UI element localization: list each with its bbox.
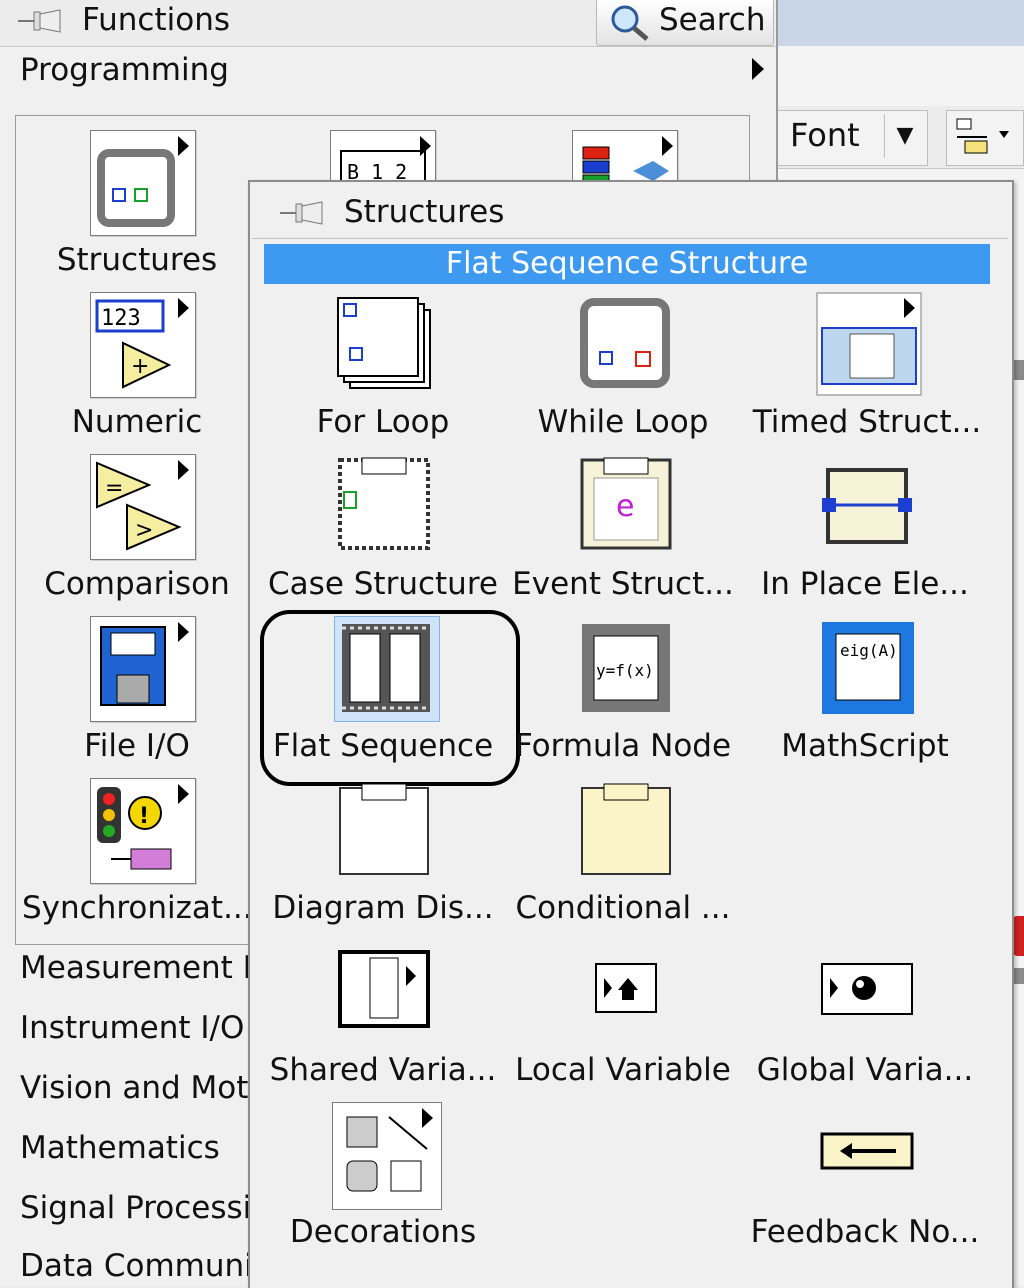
mathscript-icon[interactable]: eig(A) [820, 620, 916, 716]
submenu-arrow-icon [422, 1108, 433, 1128]
font-label: Font [790, 116, 860, 154]
svg-text:+: + [131, 354, 149, 379]
submenu-arrow-icon [178, 784, 189, 804]
submenu-arrow-icon [178, 460, 189, 480]
structure-item-label: For Loop [316, 404, 450, 440]
category-mathematics[interactable]: Mathematics [20, 1130, 220, 1166]
left-item-label: File I/O [84, 728, 190, 764]
conditional-disable-icon[interactable] [578, 782, 674, 878]
search-button[interactable]: Search [596, 0, 774, 46]
feedback-node-icon[interactable] [820, 1132, 914, 1170]
category-vision[interactable]: Vision and Mot [20, 1070, 248, 1106]
local-variable-icon[interactable] [594, 962, 658, 1014]
in-place-element-icon[interactable] [820, 462, 916, 558]
chevron-down-icon[interactable]: ▼ [884, 114, 925, 158]
svg-text:y=f(x): y=f(x) [596, 661, 654, 680]
svg-text:123: 123 [101, 306, 141, 331]
align-objects-icon [956, 118, 1009, 154]
category-measurement[interactable]: Measurement I [20, 950, 252, 986]
category-signal-processing[interactable]: Signal Processi [20, 1190, 251, 1226]
shared-variable-icon[interactable] [336, 946, 432, 1042]
structure-item-label: Feedback No... [750, 1214, 980, 1250]
svg-text:!: ! [139, 804, 149, 829]
structure-item-label: MathScript [781, 728, 949, 764]
left-item-label: Synchronizat... [22, 890, 253, 926]
submenu-arrow-icon [662, 136, 673, 156]
highlight-circle [260, 610, 520, 786]
structure-item-label: Decorations [289, 1214, 477, 1250]
submenu-arrow-icon [904, 298, 915, 318]
for-loop-icon[interactable] [336, 296, 432, 392]
submenu-arrow-icon [420, 136, 431, 156]
pin-icon[interactable] [16, 6, 62, 36]
structure-item-label: Conditional ... [515, 890, 731, 926]
svg-text:=: = [105, 476, 123, 501]
structure-item-label: Formula Node [514, 728, 732, 764]
divider [252, 238, 1008, 239]
category-instrument-io[interactable]: Instrument I/O [20, 1010, 244, 1046]
left-item-label: Structures [56, 242, 218, 278]
event-structure-icon[interactable]: e [578, 456, 674, 552]
formula-node-icon[interactable]: y=f(x) [578, 620, 674, 716]
svg-text:eig(A): eig(A) [840, 641, 898, 660]
category-data-communication[interactable]: Data Communi [20, 1248, 253, 1284]
subpalette-title: Structures [344, 194, 505, 230]
structure-item-label: Shared Varia... [269, 1052, 497, 1088]
structure-item-label: Timed Struct... [752, 404, 982, 440]
submenu-arrow-icon [178, 622, 189, 642]
structure-item-label: Case Structure [268, 566, 498, 602]
global-variable-icon[interactable] [820, 962, 914, 1016]
palette-title: Functions [82, 2, 231, 38]
submenu-arrow-icon [752, 58, 764, 80]
align-objects-button[interactable] [946, 110, 1024, 166]
left-item-label: Comparison [44, 566, 230, 602]
while-loop-icon[interactable] [578, 296, 674, 392]
structure-item-label: In Place Ele... [761, 566, 969, 602]
background-title-strip [776, 0, 1024, 46]
search-label: Search [659, 2, 766, 38]
svg-text:>: > [135, 518, 153, 543]
search-icon [611, 5, 649, 41]
svg-text:e: e [616, 489, 634, 524]
submenu-arrow-icon [178, 298, 189, 318]
structure-item-label: Local Variable [515, 1052, 731, 1088]
structure-item-label: Event Struct... [512, 566, 734, 602]
case-structure-icon[interactable] [336, 456, 432, 552]
left-item-label: Numeric [71, 404, 203, 440]
structure-item-label: Diagram Dis... [272, 890, 494, 926]
tooltip: Flat Sequence Structure [264, 244, 990, 284]
programming-label: Programming [20, 52, 229, 88]
structure-item-label: Global Varia... [756, 1052, 974, 1088]
diagram-disable-icon[interactable] [336, 782, 432, 878]
structure-item-label: While Loop [537, 404, 709, 440]
submenu-arrow-icon [178, 136, 189, 156]
pin-icon[interactable] [278, 198, 324, 228]
